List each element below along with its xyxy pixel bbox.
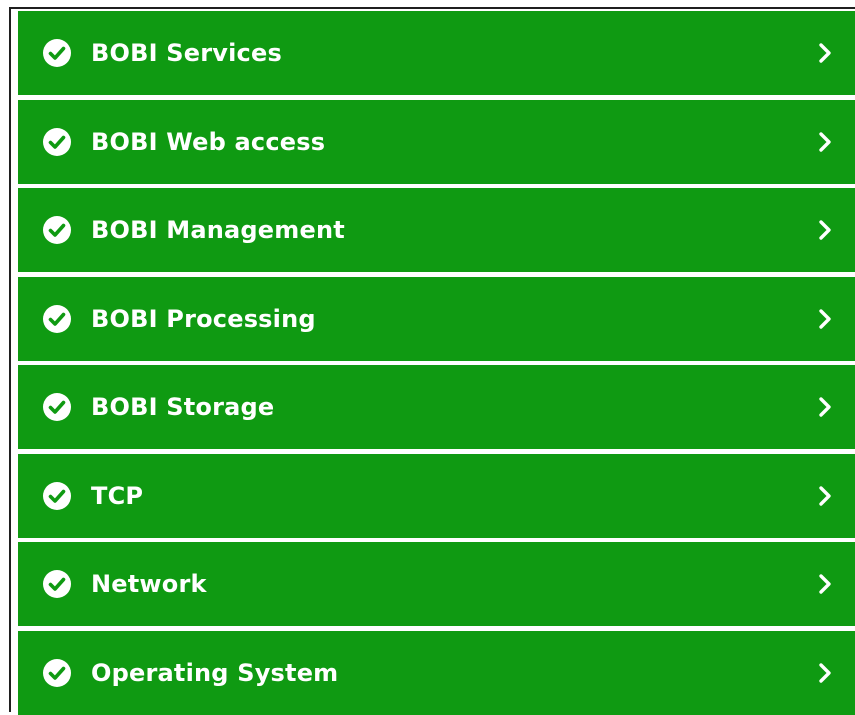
status-row-label: BOBI Processing	[91, 304, 316, 333]
check-circle-icon	[42, 304, 72, 334]
chevron-right-icon[interactable]	[817, 573, 833, 595]
status-row-bobi-processing[interactable]: BOBI Processing	[18, 276, 855, 361]
chevron-right-icon[interactable]	[817, 42, 833, 64]
status-row-bobi-web-access[interactable]: BOBI Web access	[18, 99, 855, 184]
chevron-right-icon[interactable]	[817, 308, 833, 330]
status-row-bobi-management[interactable]: BOBI Management	[18, 188, 855, 272]
chevron-right-icon[interactable]	[817, 219, 833, 241]
check-circle-icon	[42, 38, 72, 68]
check-circle-icon	[42, 658, 72, 688]
chevron-right-icon[interactable]	[817, 131, 833, 153]
status-row-label: Network	[91, 570, 207, 598]
status-panel: BOBI Services BOBI Web access BOBI Manag…	[9, 7, 855, 715]
status-row-bobi-storage[interactable]: BOBI Storage	[18, 365, 855, 449]
status-row-label: BOBI Storage	[91, 393, 275, 421]
chevron-right-icon[interactable]	[817, 662, 833, 684]
check-circle-icon	[42, 481, 72, 511]
status-row-label: BOBI Services	[91, 39, 282, 67]
status-row-label: TCP	[91, 481, 144, 510]
status-row-operating-system[interactable]: Operating System	[18, 630, 855, 715]
status-row-tcp[interactable]: TCP	[18, 453, 855, 538]
check-circle-icon	[42, 215, 72, 245]
status-list: BOBI Services BOBI Web access BOBI Manag…	[18, 11, 855, 715]
status-row-label: BOBI Web access	[91, 127, 326, 156]
chevron-right-icon[interactable]	[817, 396, 833, 418]
chevron-right-icon[interactable]	[817, 485, 833, 507]
status-row-label: BOBI Management	[91, 216, 345, 244]
check-circle-icon	[42, 127, 72, 157]
status-row-bobi-services[interactable]: BOBI Services	[18, 11, 855, 95]
status-row-label: Operating System	[91, 658, 339, 687]
check-circle-icon	[42, 569, 72, 599]
status-row-network[interactable]: Network	[18, 542, 855, 626]
check-circle-icon	[42, 392, 72, 422]
